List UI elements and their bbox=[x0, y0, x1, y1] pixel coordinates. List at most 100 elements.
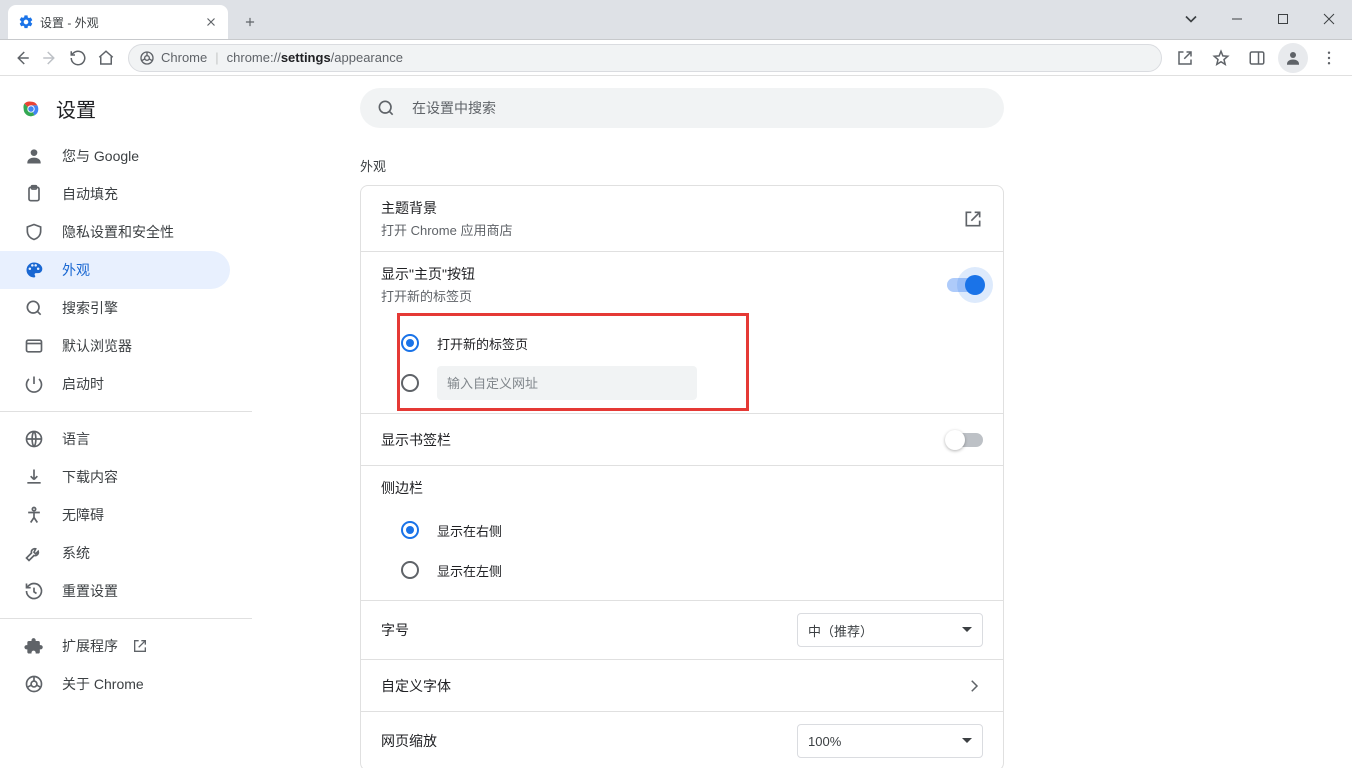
radio-label: 打开新的标签页 bbox=[437, 334, 528, 353]
radio-custom-url[interactable] bbox=[401, 363, 1003, 403]
wrench-icon bbox=[24, 543, 44, 563]
browser-tab[interactable]: 设置 - 外观 bbox=[8, 5, 228, 39]
sidebar-item-search-engine[interactable]: 搜索引擎 bbox=[0, 289, 230, 327]
new-tab-button[interactable] bbox=[236, 8, 264, 36]
chrome-chip-icon bbox=[139, 50, 155, 66]
radio-left-side[interactable]: 显示在左侧 bbox=[401, 550, 1003, 590]
accessibility-icon bbox=[24, 505, 44, 525]
home-button-toggle[interactable] bbox=[947, 278, 983, 292]
shield-icon bbox=[24, 222, 44, 242]
row-side-panel: 侧边栏 bbox=[361, 465, 1003, 510]
sidepanel-button[interactable] bbox=[1242, 43, 1272, 73]
custom-url-input[interactable] bbox=[437, 366, 697, 400]
url-pre: chrome:// bbox=[227, 50, 281, 65]
forward-button[interactable] bbox=[36, 44, 64, 72]
sidebar-item-languages[interactable]: 语言 bbox=[0, 420, 230, 458]
select-value: 100% bbox=[808, 734, 841, 749]
share-button[interactable] bbox=[1170, 43, 1200, 73]
radio-icon[interactable] bbox=[401, 521, 419, 539]
radio-icon[interactable] bbox=[401, 334, 419, 352]
bookmarks-bar-toggle[interactable] bbox=[947, 433, 983, 447]
restore-icon bbox=[24, 581, 44, 601]
sidebar-item-privacy[interactable]: 隐私设置和安全性 bbox=[0, 213, 230, 251]
sidebar-item-you-and-google[interactable]: 您与 Google bbox=[0, 137, 230, 175]
clipboard-icon bbox=[24, 184, 44, 204]
omnibox-chip-label: Chrome bbox=[161, 50, 207, 65]
font-size-title: 字号 bbox=[381, 620, 797, 640]
browser-toolbar: Chrome | chrome://settings/appearance bbox=[0, 40, 1352, 76]
sidebar-item-label: 搜索引擎 bbox=[62, 298, 118, 318]
sidebar-item-autofill[interactable]: 自动填充 bbox=[0, 175, 230, 213]
appearance-card: 主题背景 打开 Chrome 应用商店 显示"主页"按钮 打开新的标签页 bbox=[360, 185, 1004, 768]
tab-strip: 设置 - 外观 bbox=[0, 0, 1352, 40]
more-menu-button[interactable] bbox=[1314, 43, 1344, 73]
sidebar-item-label: 重置设置 bbox=[62, 581, 118, 601]
sidebar-item-label: 启动时 bbox=[62, 374, 104, 394]
sidebar-item-appearance[interactable]: 外观 bbox=[0, 251, 230, 289]
tabs-dropdown-icon[interactable] bbox=[1168, 0, 1214, 39]
search-icon bbox=[376, 98, 396, 118]
font-size-select[interactable]: 中（推荐） bbox=[797, 613, 983, 647]
sidebar-item-downloads[interactable]: 下载内容 bbox=[0, 458, 230, 496]
sidebar-item-label: 默认浏览器 bbox=[62, 336, 132, 356]
sidebar-item-label: 您与 Google bbox=[62, 146, 139, 166]
side-panel-title: 侧边栏 bbox=[381, 478, 983, 498]
window-maximize-button[interactable] bbox=[1260, 0, 1306, 39]
back-button[interactable] bbox=[8, 44, 36, 72]
sidebar-item-label: 关于 Chrome bbox=[62, 674, 144, 694]
palette-icon bbox=[24, 260, 44, 280]
download-icon bbox=[24, 467, 44, 487]
open-in-new-icon bbox=[132, 638, 148, 654]
sidebar-item-reset[interactable]: 重置设置 bbox=[0, 572, 230, 610]
sidebar-title: 设置 bbox=[56, 94, 96, 123]
sidebar-item-default-browser[interactable]: 默认浏览器 bbox=[0, 327, 230, 365]
home-button[interactable] bbox=[92, 44, 120, 72]
globe-icon bbox=[24, 429, 44, 449]
person-icon bbox=[24, 146, 44, 166]
search-placeholder: 在设置中搜索 bbox=[412, 98, 496, 118]
radio-right-side[interactable]: 显示在右侧 bbox=[401, 510, 1003, 550]
zoom-title: 网页缩放 bbox=[381, 731, 797, 751]
window-controls bbox=[1168, 0, 1352, 39]
chrome-small-icon bbox=[24, 674, 44, 694]
zoom-select[interactable]: 100% bbox=[797, 724, 983, 758]
sidebar-item-system[interactable]: 系统 bbox=[0, 534, 230, 572]
chrome-logo-icon bbox=[20, 98, 42, 120]
url-host: settings bbox=[281, 50, 331, 65]
address-bar[interactable]: Chrome | chrome://settings/appearance bbox=[128, 44, 1162, 72]
bookmark-button[interactable] bbox=[1206, 43, 1236, 73]
close-tab-icon[interactable] bbox=[204, 15, 218, 29]
radio-icon[interactable] bbox=[401, 561, 419, 579]
row-bookmarks-bar: 显示书签栏 bbox=[361, 413, 1003, 465]
sidebar-item-about[interactable]: 关于 Chrome bbox=[0, 665, 230, 703]
sidebar-item-extensions[interactable]: 扩展程序 bbox=[0, 627, 230, 665]
radio-icon[interactable] bbox=[401, 374, 419, 392]
row-theme[interactable]: 主题背景 打开 Chrome 应用商店 bbox=[361, 186, 1003, 251]
open-in-new-icon[interactable] bbox=[963, 209, 983, 229]
bookmarks-bar-title: 显示书签栏 bbox=[381, 430, 947, 450]
sidebar-item-label: 下载内容 bbox=[62, 467, 118, 487]
settings-search[interactable]: 在设置中搜索 bbox=[360, 88, 1004, 128]
sidebar-item-on-startup[interactable]: 启动时 bbox=[0, 365, 230, 403]
profile-button[interactable] bbox=[1278, 43, 1308, 73]
window-minimize-button[interactable] bbox=[1214, 0, 1260, 39]
sidebar-item-label: 自动填充 bbox=[62, 184, 118, 204]
caret-down-icon bbox=[962, 736, 972, 746]
row-custom-font[interactable]: 自定义字体 bbox=[361, 659, 1003, 711]
radio-new-tab[interactable]: 打开新的标签页 bbox=[401, 323, 1003, 363]
theme-sub: 打开 Chrome 应用商店 bbox=[381, 220, 963, 239]
custom-font-title: 自定义字体 bbox=[381, 676, 965, 696]
select-value: 中（推荐） bbox=[808, 621, 873, 640]
radio-label: 显示在左侧 bbox=[437, 561, 502, 580]
sidebar-item-label: 语言 bbox=[62, 429, 90, 449]
power-icon bbox=[24, 374, 44, 394]
side-panel-options: 显示在右侧 显示在左侧 bbox=[361, 510, 1003, 600]
sidebar-item-label: 无障碍 bbox=[62, 505, 104, 525]
url-path: /appearance bbox=[331, 50, 403, 65]
search-icon bbox=[24, 298, 44, 318]
window-close-button[interactable] bbox=[1306, 0, 1352, 39]
reload-button[interactable] bbox=[64, 44, 92, 72]
settings-content: 在设置中搜索 外观 主题背景 打开 Chrome 应用商店 显示"主页"按钮 打… bbox=[252, 76, 1352, 768]
home-button-options: 打开新的标签页 bbox=[361, 317, 1003, 413]
sidebar-item-accessibility[interactable]: 无障碍 bbox=[0, 496, 230, 534]
